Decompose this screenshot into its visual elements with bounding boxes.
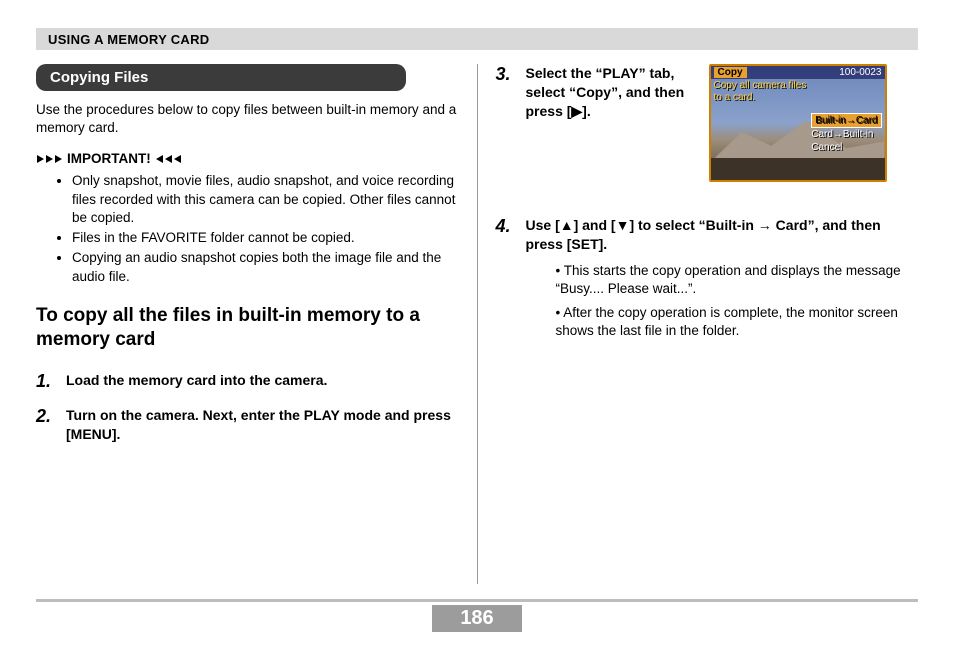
page-header-title: USING A MEMORY CARD <box>48 32 209 47</box>
cam-option: Card→Built-in <box>811 128 881 141</box>
step-text: Load the memory card into the camera. <box>66 371 459 390</box>
cam-copy-label: Copy <box>714 67 747 78</box>
step-2: 2. Turn on the camera. Next, enter the P… <box>36 406 459 444</box>
intro-text: Use the procedures below to copy files b… <box>36 101 459 137</box>
cam-option-selected: Built-in→Card <box>811 113 881 128</box>
cam-option: Cancel <box>811 141 881 154</box>
step-4-note: This starts the copy operation and displ… <box>556 262 919 298</box>
step-text: Use [▲] and [▼] to select “Built-in → Ca… <box>526 216 919 254</box>
page-number: 186 <box>432 605 521 632</box>
right-column: 3. Select the “PLAY” tab, select “Copy”,… <box>478 64 919 584</box>
step-3: 3. Select the “PLAY” tab, select “Copy”,… <box>496 64 919 182</box>
page-header: USING A MEMORY CARD <box>36 28 918 50</box>
step-text: Turn on the camera. Next, enter the PLAY… <box>66 406 459 444</box>
chevron-right-icon <box>36 151 63 166</box>
important-item: Files in the FAVORITE folder cannot be c… <box>72 229 459 247</box>
left-column: Copying Files Use the procedures below t… <box>36 64 477 584</box>
important-heading: IMPORTANT! <box>36 151 459 166</box>
cam-caption: Copy all camera files to a card. <box>714 80 807 104</box>
page-footer: 186 <box>0 605 954 632</box>
step-4-note: After the copy operation is complete, th… <box>556 304 919 340</box>
step-number: 3. <box>496 64 518 85</box>
important-label: IMPORTANT! <box>67 151 151 166</box>
cam-menu: Built-in→Card Card→Built-in Cancel <box>811 113 881 154</box>
important-item: Copying an audio snapshot copies both th… <box>72 249 459 285</box>
footer-rule <box>36 599 918 602</box>
camera-screenshot: Copy 100-0023 Copy all camera files to a… <box>709 64 887 182</box>
step-number: 1. <box>36 371 58 392</box>
cam-file-id: 100-0023 <box>839 67 881 78</box>
important-list: Only snapshot, movie files, audio snapsh… <box>36 172 459 285</box>
step-number: 2. <box>36 406 58 427</box>
step-text: Select the “PLAY” tab, select “Copy”, an… <box>526 64 701 182</box>
step-number: 4. <box>496 216 518 237</box>
step-1: 1. Load the memory card into the camera. <box>36 371 459 392</box>
step-4: 4. Use [▲] and [▼] to select “Built-in →… <box>496 216 919 347</box>
procedure-heading: To copy all the files in built-in memory… <box>36 304 459 353</box>
section-title: Copying Files <box>36 64 406 91</box>
step-4-notes: This starts the copy operation and displ… <box>556 262 919 341</box>
chevron-left-icon <box>155 151 182 166</box>
important-item: Only snapshot, movie files, audio snapsh… <box>72 172 459 227</box>
